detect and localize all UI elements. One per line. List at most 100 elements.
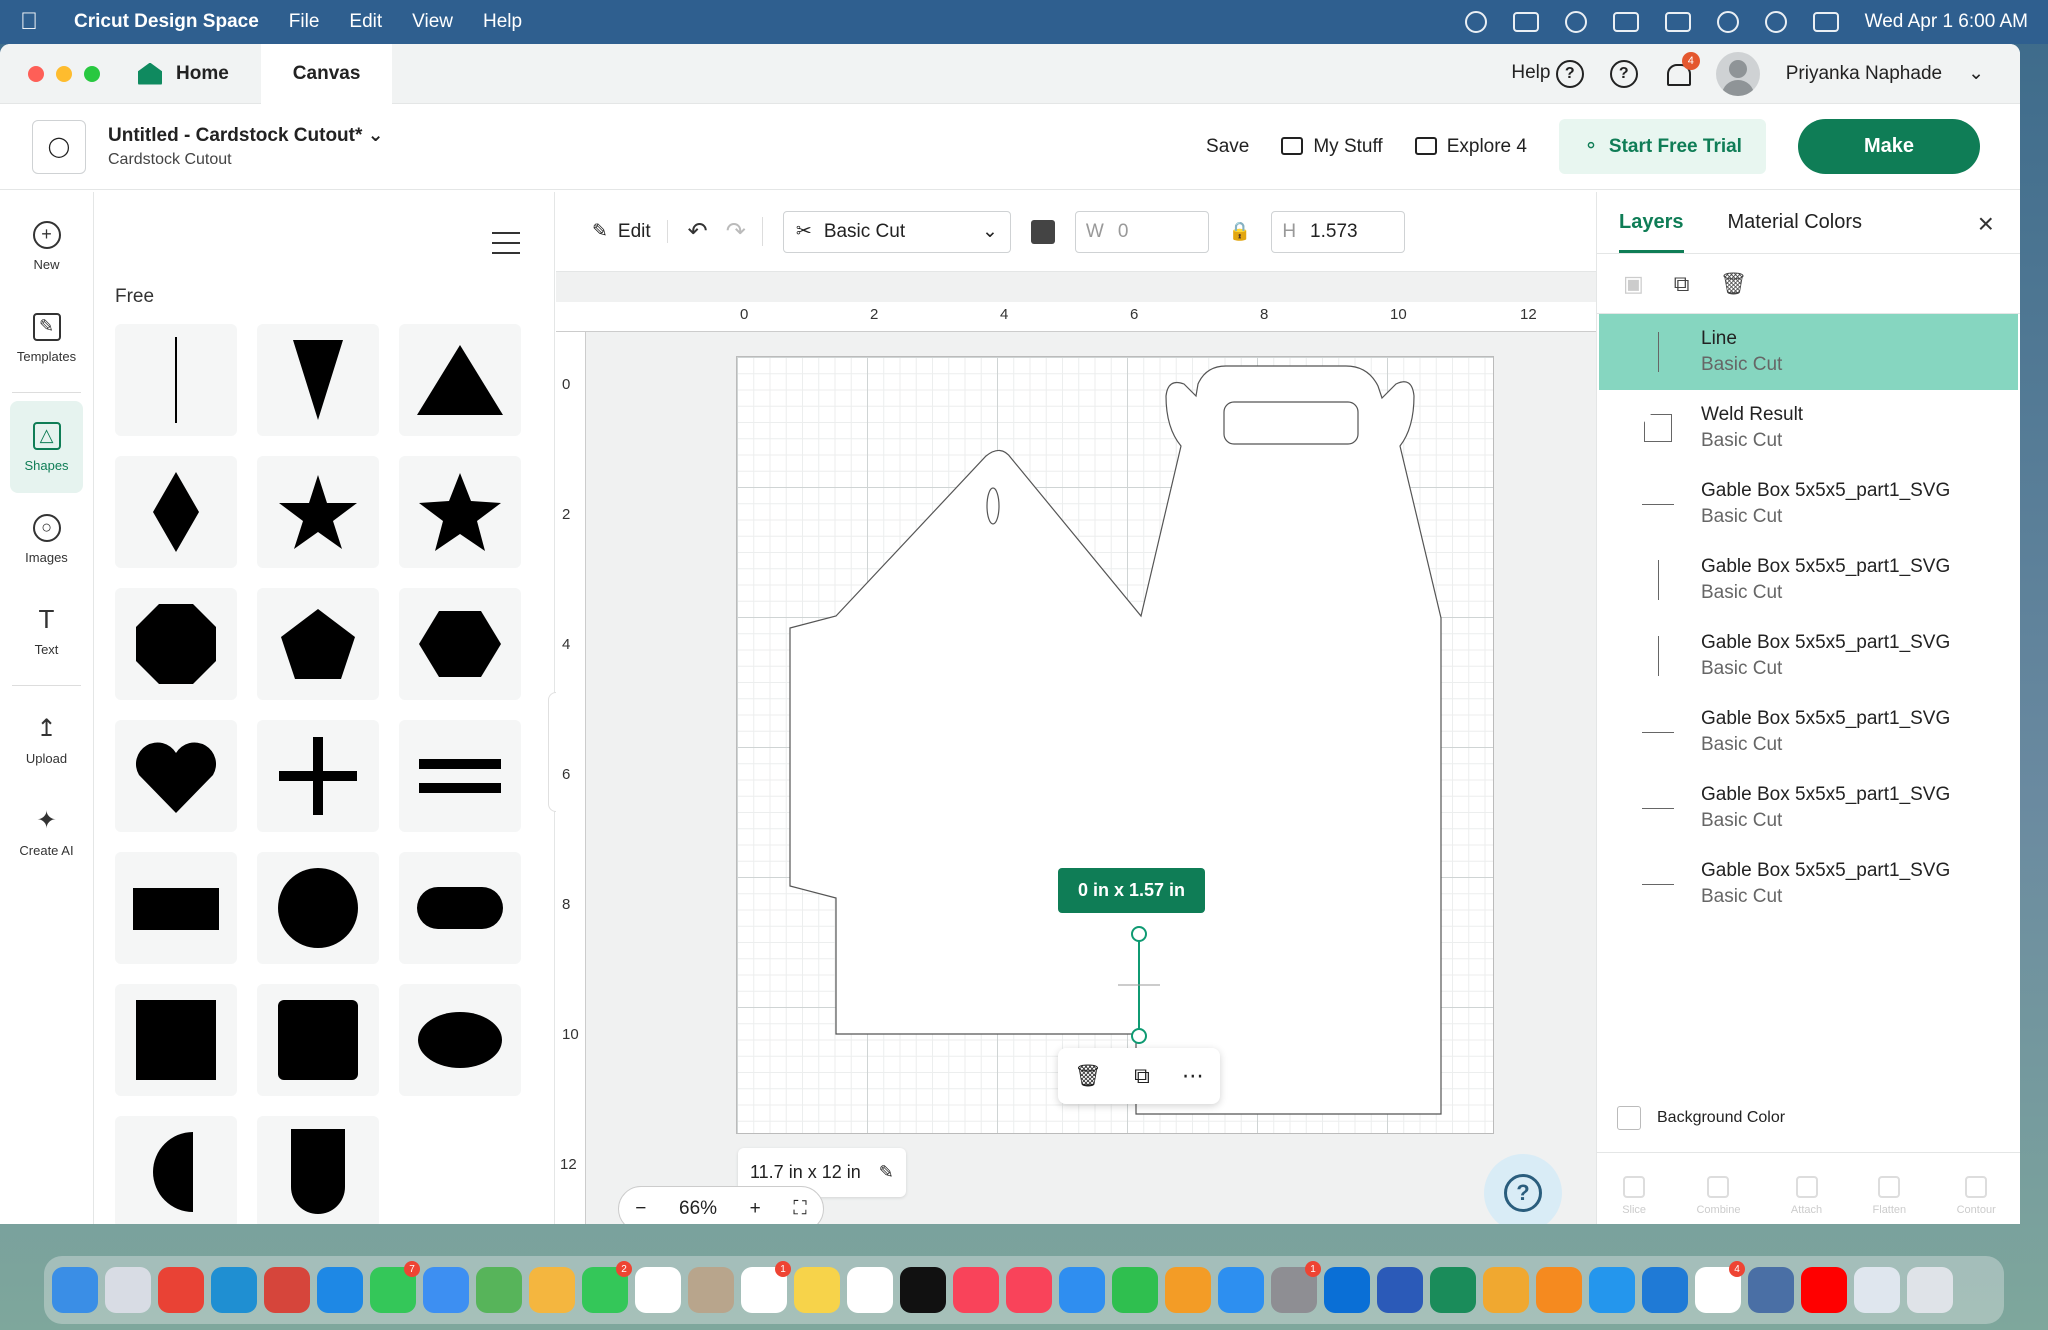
shape-circle[interactable] — [257, 852, 379, 964]
play-icon[interactable] — [1564, 11, 1587, 33]
save-button[interactable]: Save — [1206, 136, 1249, 158]
make-button[interactable]: Make — [1797, 119, 1980, 174]
nav-templates[interactable]: ✎ Templates — [0, 292, 93, 384]
menu-edit[interactable]: Edit — [349, 11, 382, 33]
my-stuff-button[interactable]: My Stuff — [1281, 136, 1383, 158]
shape-half-circle[interactable] — [115, 1116, 237, 1224]
layer-row[interactable]: Gable Box 5x5x5_part1_SVG Basic Cut — [1599, 770, 2018, 846]
time-machine-icon[interactable] — [1464, 11, 1487, 33]
numbers-icon[interactable] — [1112, 1267, 1158, 1313]
shape-star[interactable] — [257, 456, 379, 568]
photos-icon[interactable] — [529, 1267, 575, 1313]
shape-octagon[interactable] — [115, 588, 237, 700]
screen-share-icon[interactable] — [1512, 12, 1539, 32]
chrome-icon[interactable] — [158, 1267, 204, 1313]
slice-button[interactable]: Slice — [1622, 1176, 1646, 1216]
help-fab-button[interactable]: ? — [1484, 1154, 1562, 1224]
menu-app-name[interactable]: Cricut Design Space — [74, 11, 259, 33]
edge-icon[interactable] — [211, 1267, 257, 1313]
layer-row[interactable]: Gable Box 5x5x5_part1_SVG Basic Cut — [1599, 618, 2018, 694]
shape-arch[interactable] — [257, 1116, 379, 1224]
layer-row[interactable]: Gable Box 5x5x5_part1_SVG Basic Cut — [1599, 466, 2018, 542]
control-center-icon[interactable] — [1812, 12, 1839, 32]
contour-button[interactable]: Contour — [1957, 1176, 1996, 1216]
docker-icon[interactable] — [1589, 1267, 1635, 1313]
duplicate-icon[interactable]: ⧉ — [1674, 271, 1690, 297]
menu-file[interactable]: File — [289, 11, 320, 33]
settings-icon[interactable]: 1 — [1271, 1261, 1321, 1313]
tab-material-colors[interactable]: Material Colors — [1728, 211, 1862, 234]
facetime-icon[interactable]: 2 — [582, 1261, 632, 1313]
vscode-icon[interactable] — [1642, 1267, 1688, 1313]
safari-icon[interactable] — [317, 1267, 363, 1313]
finder-icon[interactable] — [52, 1267, 98, 1313]
nav-text[interactable]: T Text — [0, 585, 93, 677]
height-field[interactable]: H 1.573 — [1271, 210, 1406, 253]
shape-star-bold[interactable] — [399, 456, 521, 568]
books-icon[interactable] — [1536, 1267, 1582, 1313]
nav-new[interactable]: + New — [0, 200, 93, 292]
layer-row[interactable]: Gable Box 5x5x5_part1_SVG Basic Cut — [1599, 542, 2018, 618]
more-icon[interactable]: ⋯ — [1182, 1063, 1204, 1089]
appstore-icon[interactable] — [1218, 1267, 1264, 1313]
background-color-toggle[interactable]: Background Color — [1617, 1106, 1785, 1130]
messages-icon[interactable]: 7 — [370, 1261, 420, 1313]
music-icon[interactable] — [953, 1267, 999, 1313]
nav-upload[interactable]: ↥ Upload — [0, 694, 93, 786]
zoom-in-button[interactable]: + — [750, 1198, 761, 1220]
maximize-window-button[interactable] — [84, 65, 100, 82]
fit-to-screen-icon[interactable]: ⛶ — [793, 1198, 806, 1220]
youtube-icon[interactable] — [1801, 1267, 1847, 1313]
shape-equals[interactable] — [399, 720, 521, 832]
flatten-button[interactable]: Flatten — [1873, 1176, 1906, 1216]
operation-select[interactable]: ✂ Basic Cut ⌄ — [782, 210, 1011, 253]
shape-rounded-rectangle[interactable] — [399, 852, 521, 964]
layer-row[interactable]: Gable Box 5x5x5_part1_SVG Basic Cut — [1599, 846, 2018, 922]
redo-icon[interactable]: ↷ — [726, 217, 746, 246]
notes-icon[interactable] — [794, 1267, 840, 1313]
tab-home[interactable]: Home — [138, 62, 253, 85]
close-window-button[interactable] — [28, 65, 44, 82]
help-link[interactable]: Help ? — [1511, 59, 1584, 88]
apple-icon[interactable]:  — [20, 8, 56, 36]
reminders-icon[interactable]: 1 — [741, 1261, 791, 1313]
layer-row[interactable]: Line Basic Cut — [1599, 314, 2018, 390]
pages-icon[interactable] — [1165, 1267, 1211, 1313]
clock[interactable]: Wed Apr 1 6:00 AM — [1865, 11, 2028, 33]
shape-plus[interactable] — [257, 720, 379, 832]
design-artwork[interactable] — [736, 356, 1494, 1134]
contacts-icon[interactable] — [688, 1267, 734, 1313]
zoom-out-button[interactable]: − — [635, 1198, 646, 1220]
lock-icon[interactable]: 🔒 — [1229, 221, 1251, 242]
leaf-icon[interactable] — [1430, 1267, 1476, 1313]
nav-images[interactable]: ○ Images — [0, 493, 93, 585]
shape-hexagon[interactable] — [399, 588, 521, 700]
width-field[interactable]: W0 — [1074, 210, 1209, 253]
layer-row[interactable]: Weld Result Basic Cut — [1599, 390, 2018, 466]
amphetamine-icon[interactable] — [1483, 1267, 1529, 1313]
storage-icon[interactable] — [1748, 1267, 1794, 1313]
trash-icon[interactable] — [1907, 1267, 1953, 1313]
cricut-menu-icon[interactable] — [1612, 12, 1639, 32]
chevron-down-icon[interactable]: ⌄ — [1968, 62, 1984, 85]
layer-row[interactable]: Gable Box 5x5x5_part1_SVG Basic Cut — [1599, 694, 2018, 770]
mail-icon[interactable] — [423, 1267, 469, 1313]
shape-diamond[interactable] — [115, 456, 237, 568]
wifi-icon[interactable] — [1716, 11, 1739, 33]
user-name[interactable]: Priyanka Naphade — [1786, 63, 1942, 85]
nav-shapes[interactable]: △ Shapes — [10, 401, 83, 493]
shape-oval[interactable] — [399, 984, 521, 1096]
explore-button[interactable]: Explore 4 — [1414, 136, 1527, 158]
cricut-icon[interactable]: 4 — [1695, 1261, 1745, 1313]
project-tag-icon[interactable]: ◯ — [32, 119, 86, 174]
shape-heart[interactable] — [115, 720, 237, 832]
windows-icon[interactable] — [1324, 1267, 1370, 1313]
support-chat-icon[interactable]: ? — [1609, 59, 1638, 88]
calendar-icon[interactable] — [635, 1267, 681, 1313]
background-color-checkbox[interactable] — [1617, 1106, 1641, 1130]
freeform-icon[interactable] — [847, 1267, 893, 1313]
trash-icon[interactable]: 🗑 — [1074, 1063, 1102, 1089]
battery-icon[interactable] — [1664, 12, 1691, 32]
color-swatch[interactable] — [1030, 219, 1055, 244]
word-icon[interactable] — [1377, 1267, 1423, 1313]
